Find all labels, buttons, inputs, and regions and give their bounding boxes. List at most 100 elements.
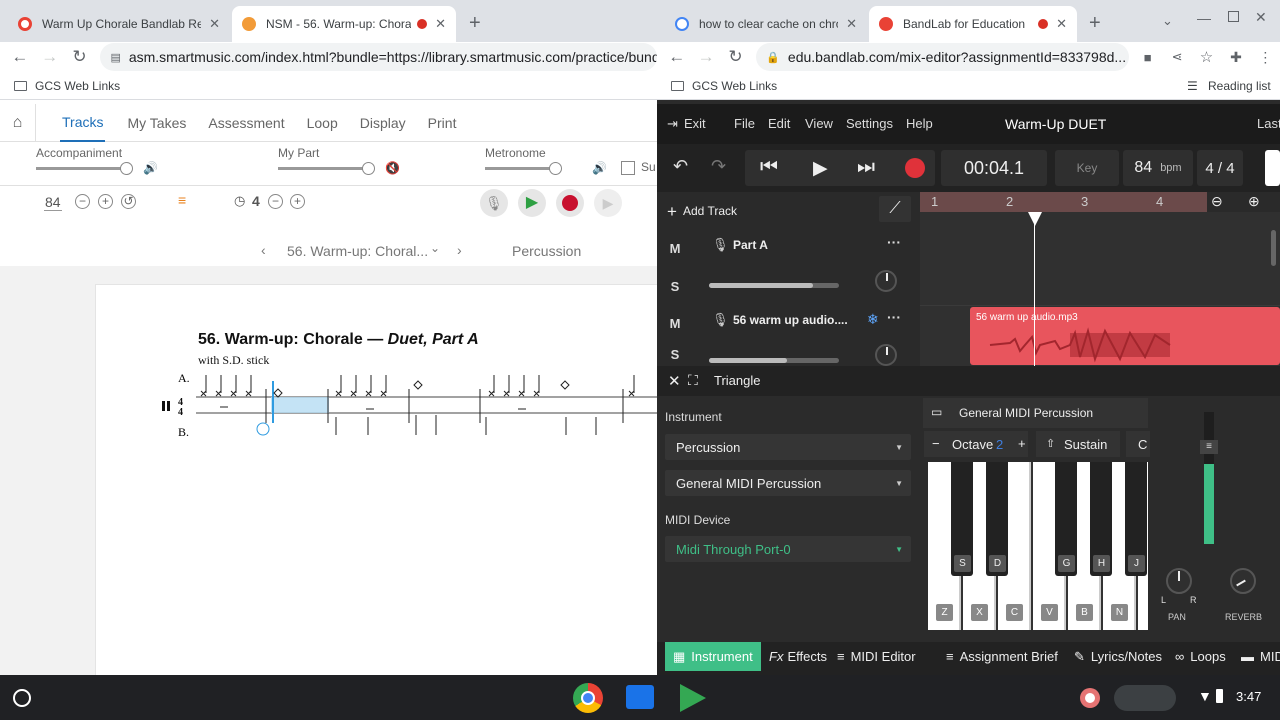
- forward-icon[interactable]: →: [35, 47, 65, 67]
- chevron-down-icon[interactable]: ⌄: [1162, 13, 1173, 29]
- address-bar[interactable]: 🔒 edu.bandlab.com/mix-editor?assignmentI…: [756, 43, 1130, 71]
- bookmark-gcs-web-links[interactable]: GCS Web Links: [692, 79, 777, 93]
- track-1-solo[interactable]: S: [657, 268, 693, 304]
- pan-knob[interactable]: [1166, 568, 1192, 594]
- menu-view[interactable]: View: [805, 116, 833, 131]
- project-title[interactable]: Warm-Up DUET: [1005, 116, 1106, 132]
- octave-up-button[interactable]: +: [1018, 436, 1026, 451]
- nav-display[interactable]: Display: [360, 104, 406, 142]
- more-icon[interactable]: ···: [887, 234, 901, 250]
- new-tab-button[interactable]: +: [469, 12, 481, 35]
- slider-knob[interactable]: [549, 162, 562, 175]
- plus-icon[interactable]: +: [667, 202, 677, 222]
- tab-instrument[interactable]: ▦ Instrument: [665, 642, 761, 671]
- address-bar[interactable]: ▤ asm.smartmusic.com/index.html?bundle=h…: [100, 43, 657, 71]
- tab-bandlab[interactable]: BandLab for Education ✕: [869, 6, 1077, 42]
- track-1-name[interactable]: Part A: [733, 238, 768, 252]
- back-icon[interactable]: ←: [5, 47, 35, 67]
- files-icon[interactable]: [626, 685, 654, 709]
- bpm-display[interactable]: 84 bpm: [1123, 150, 1193, 186]
- back-icon[interactable]: ←: [662, 47, 691, 67]
- close-icon[interactable]: ✕: [1056, 16, 1067, 32]
- screen-record-icon[interactable]: [1080, 688, 1100, 708]
- piano-key-g[interactable]: G: [1055, 462, 1077, 576]
- exit-icon[interactable]: ⇥: [667, 116, 678, 132]
- expand-icon[interactable]: ⛶: [688, 372, 698, 389]
- exit-button[interactable]: Exit: [684, 116, 706, 131]
- speaker-icon[interactable]: 🔊: [143, 161, 158, 175]
- accompaniment-slider[interactable]: [36, 162, 133, 175]
- fader-handle[interactable]: ≡: [1200, 440, 1218, 454]
- lines-icon[interactable]: ≡: [178, 192, 186, 208]
- snowflake-icon[interactable]: ❄: [867, 311, 879, 328]
- launcher-icon[interactable]: [13, 689, 31, 707]
- next-icon[interactable]: ›: [457, 242, 462, 258]
- skip-icon[interactable]: ▶: [594, 189, 622, 217]
- tab-midi-editor[interactable]: ≡ MIDI Editor: [829, 642, 924, 671]
- nav-my-takes[interactable]: My Takes: [127, 104, 186, 142]
- menu-file[interactable]: File: [734, 116, 755, 131]
- minus-button[interactable]: −: [75, 194, 90, 209]
- piano-key-h[interactable]: H: [1090, 462, 1112, 576]
- tab-warm-up-chorale[interactable]: Warm Up Chorale Bandlab Reco ✕: [8, 6, 230, 42]
- close-icon[interactable]: ✕: [209, 16, 220, 32]
- previous-icon[interactable]: ‹: [261, 242, 266, 258]
- tab-effects[interactable]: Fx Effects: [761, 642, 835, 671]
- track-1-pan-knob[interactable]: [875, 270, 897, 292]
- redo-icon[interactable]: ↷: [711, 156, 726, 177]
- play-button[interactable]: ▶: [518, 189, 546, 217]
- reload-icon[interactable]: ↻: [721, 47, 750, 67]
- holding-space[interactable]: [1114, 685, 1176, 711]
- muted-speaker-icon[interactable]: 🔇: [385, 161, 400, 175]
- sustain-button[interactable]: ⇧ Sustain: [1036, 431, 1120, 457]
- close-icon[interactable]: ✕: [846, 16, 857, 32]
- zoom-out-icon[interactable]: ⊖: [1211, 193, 1223, 210]
- midi-device-select[interactable]: Midi Through Port-0 ▼: [665, 536, 911, 562]
- forward-icon[interactable]: →: [691, 47, 720, 67]
- checkbox[interactable]: [621, 161, 635, 175]
- skip-back-icon[interactable]: ⏮: [760, 156, 778, 179]
- track-2-pan-knob[interactable]: [875, 344, 897, 366]
- reset-icon[interactable]: ↺: [121, 194, 136, 209]
- tab-midi[interactable]: ▬ MID: [1233, 642, 1280, 671]
- menu-settings[interactable]: Settings: [846, 116, 893, 131]
- tab-clear-cache[interactable]: how to clear cache on chron ✕: [665, 6, 867, 42]
- menu-help[interactable]: Help: [906, 116, 933, 131]
- loop-region[interactable]: [920, 192, 1207, 212]
- slider-knob[interactable]: [120, 162, 133, 175]
- play-icon[interactable]: ▶: [813, 157, 828, 180]
- add-track-button[interactable]: Add Track: [683, 204, 737, 218]
- tab-lyrics-notes[interactable]: ✎ Lyrics/Notes: [1066, 642, 1170, 671]
- tab-loops[interactable]: ∞ Loops: [1167, 642, 1234, 671]
- piece-dropdown[interactable]: 56. Warm-up: Choral...: [287, 243, 428, 259]
- scrollbar[interactable]: [1271, 230, 1276, 266]
- tab-assignment-brief[interactable]: ≡ Assignment Brief: [938, 642, 1066, 671]
- nav-print[interactable]: Print: [428, 104, 457, 142]
- clock[interactable]: 3:47: [1236, 689, 1261, 704]
- chord-button[interactable]: C: [1126, 431, 1150, 457]
- side-button[interactable]: [1265, 150, 1280, 186]
- chrome-icon[interactable]: [573, 683, 603, 713]
- new-tab-button[interactable]: +: [1089, 12, 1101, 35]
- minus-button[interactable]: −: [268, 194, 283, 209]
- track-2-solo[interactable]: S: [657, 343, 693, 366]
- close-window-icon[interactable]: ✕: [1255, 9, 1267, 26]
- reading-list-button[interactable]: Reading list: [1208, 79, 1271, 93]
- playhead[interactable]: [1034, 212, 1035, 366]
- key-button[interactable]: Key: [1055, 150, 1119, 186]
- minimize-icon[interactable]: —: [1197, 10, 1211, 26]
- star-icon[interactable]: ☆: [1192, 48, 1221, 66]
- close-icon[interactable]: ✕: [668, 372, 681, 390]
- more-icon[interactable]: ···: [887, 309, 901, 325]
- nav-tracks[interactable]: Tracks: [60, 104, 106, 142]
- microphone-icon[interactable]: 🎙: [480, 189, 508, 217]
- close-icon[interactable]: ✕: [435, 16, 446, 32]
- bookmark-gcs-web-links[interactable]: GCS Web Links: [35, 79, 120, 93]
- nav-loop[interactable]: Loop: [307, 104, 338, 142]
- maximize-icon[interactable]: [1228, 11, 1239, 22]
- skip-forward-icon[interactable]: ⏭: [857, 156, 875, 179]
- reload-icon[interactable]: ↻: [65, 47, 95, 67]
- record-button[interactable]: [556, 189, 584, 217]
- tempo-value[interactable]: 84: [44, 194, 62, 211]
- home-icon[interactable]: ⌂: [0, 103, 36, 142]
